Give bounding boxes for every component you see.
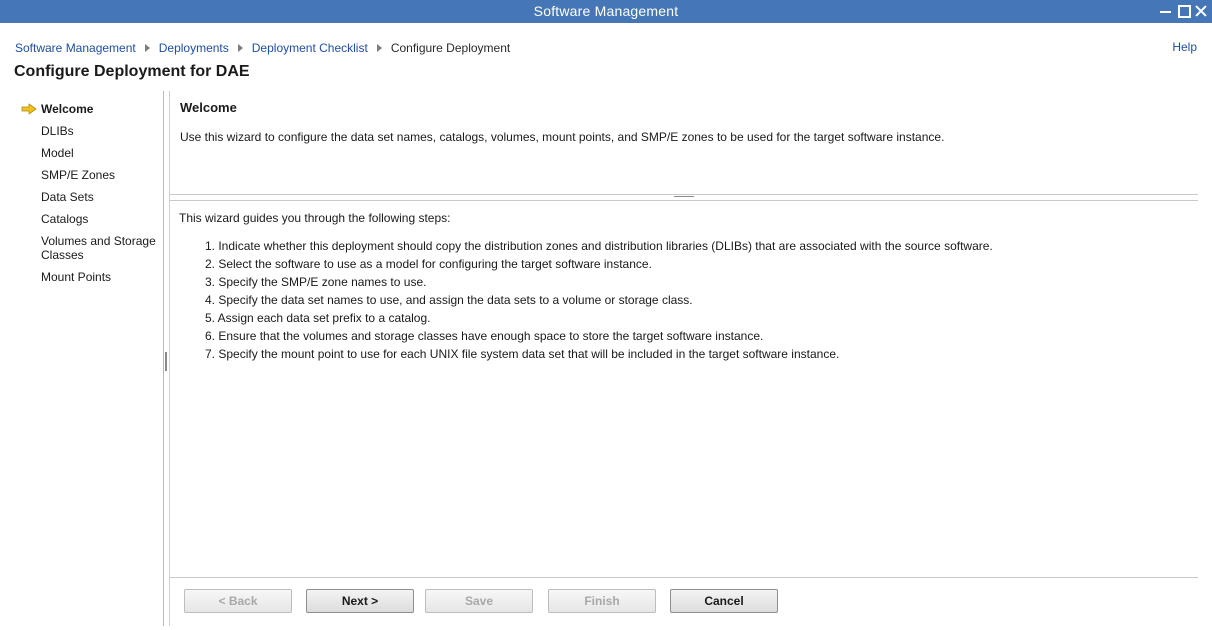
close-icon[interactable] bbox=[1193, 3, 1209, 19]
content-border bbox=[169, 91, 170, 626]
section-heading: Welcome bbox=[180, 100, 237, 115]
step-item: 1. Indicate whether this deployment shou… bbox=[205, 239, 993, 253]
save-button[interactable]: Save bbox=[425, 589, 533, 613]
window-title: Software Management bbox=[533, 3, 679, 19]
breadcrumb-deployment-checklist[interactable]: Deployment Checklist bbox=[252, 41, 368, 55]
step-item: 3. Specify the SMP/E zone names to use. bbox=[205, 275, 427, 289]
cancel-button[interactable]: Cancel bbox=[670, 589, 778, 613]
nav-resize-handle[interactable] bbox=[165, 352, 167, 371]
maximize-icon[interactable] bbox=[1176, 3, 1192, 19]
breadcrumb-software-management[interactable]: Software Management bbox=[15, 41, 136, 55]
splitter-top-line bbox=[170, 194, 1198, 195]
arrow-right-icon bbox=[21, 103, 37, 115]
nav-item-data-sets[interactable]: Data Sets bbox=[41, 190, 161, 204]
breadcrumb: Software Management Deployments Deployme… bbox=[15, 40, 510, 56]
nav-item-mount-points[interactable]: Mount Points bbox=[41, 270, 161, 284]
steps-intro: This wizard guides you through the follo… bbox=[179, 211, 451, 225]
nav-item-volumes-storage-classes[interactable]: Volumes and Storage Classes bbox=[41, 234, 161, 262]
page-title: Configure Deployment for DAE bbox=[14, 63, 250, 80]
nav-item-model[interactable]: Model bbox=[41, 146, 161, 160]
breadcrumb-separator-icon bbox=[237, 44, 243, 52]
step-item: 4. Specify the data set names to use, an… bbox=[205, 293, 693, 307]
window-titlebar: Software Management bbox=[0, 0, 1212, 23]
finish-button[interactable]: Finish bbox=[548, 589, 656, 613]
steps-list: 1. Indicate whether this deployment shou… bbox=[205, 239, 993, 365]
nav-item-smpe-zones[interactable]: SMP/E Zones bbox=[41, 168, 161, 182]
next-button[interactable]: Next > bbox=[306, 589, 414, 613]
splitter-handle[interactable] bbox=[674, 196, 694, 198]
nav-divider bbox=[163, 91, 164, 626]
welcome-description: Use this wizard to configure the data se… bbox=[180, 130, 945, 144]
step-item: 5. Assign each data set prefix to a cata… bbox=[205, 311, 431, 325]
breadcrumb-separator-icon bbox=[144, 44, 150, 52]
step-item: 2. Select the software to use as a model… bbox=[205, 257, 652, 271]
splitter-bottom-line bbox=[170, 200, 1198, 201]
step-item: 6. Ensure that the volumes and storage c… bbox=[205, 329, 764, 343]
breadcrumb-deployments[interactable]: Deployments bbox=[159, 41, 229, 55]
help-link[interactable]: Help bbox=[1172, 40, 1197, 54]
back-button[interactable]: < Back bbox=[184, 589, 292, 613]
breadcrumb-separator-icon bbox=[376, 44, 382, 52]
nav-item-catalogs[interactable]: Catalogs bbox=[41, 212, 161, 226]
nav-item-welcome[interactable]: Welcome bbox=[41, 102, 161, 116]
step-item: 7. Specify the mount point to use for ea… bbox=[205, 347, 840, 361]
footer-divider bbox=[170, 577, 1198, 578]
nav-item-dlibs[interactable]: DLIBs bbox=[41, 124, 161, 138]
minimize-icon[interactable] bbox=[1158, 3, 1174, 19]
breadcrumb-current: Configure Deployment bbox=[390, 41, 511, 55]
